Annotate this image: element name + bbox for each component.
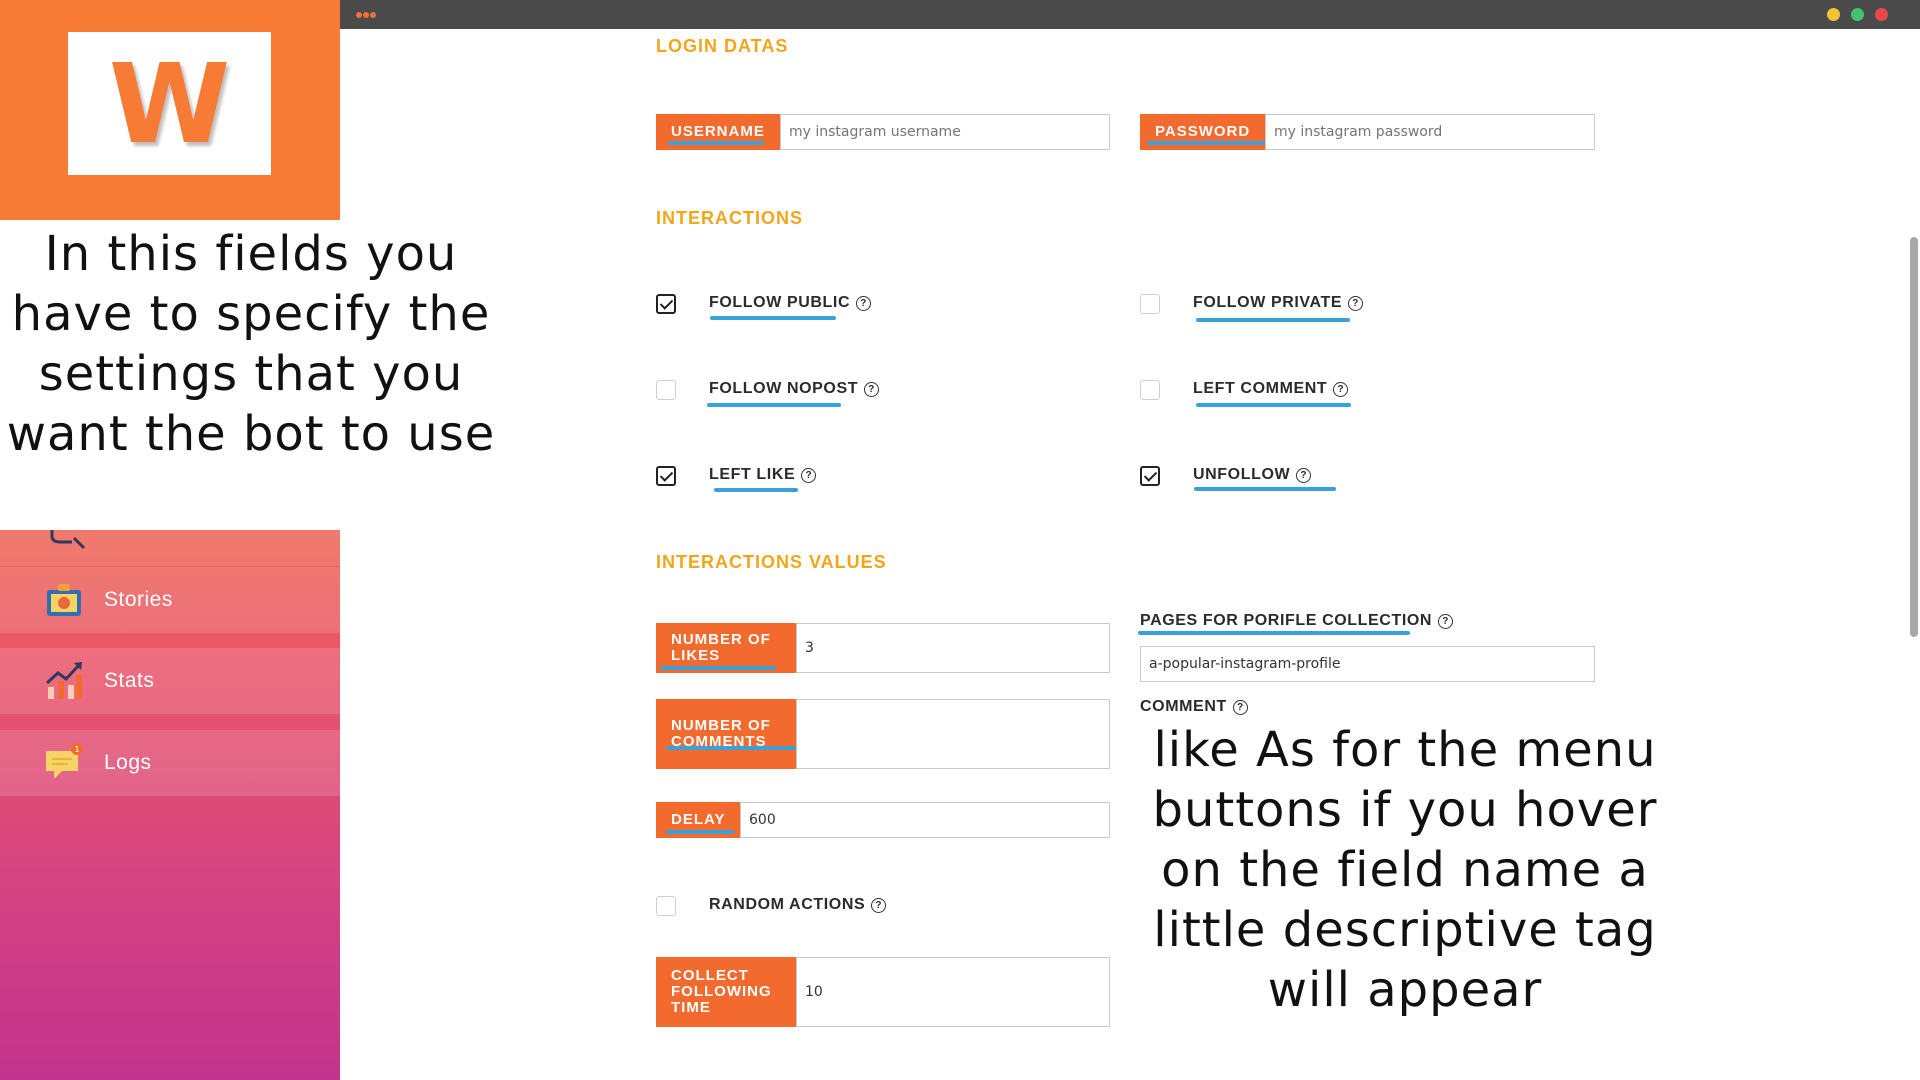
logs-icon: 1 [46, 743, 83, 779]
left-comment-label[interactable]: LEFT COMMENT? [1193, 380, 1349, 398]
logo: W [68, 32, 271, 175]
annotation-underline [710, 316, 836, 320]
annotation-underline [714, 488, 798, 492]
left-like-checkbox[interactable] [656, 466, 676, 486]
caption-left: In this fields you have to specify the s… [0, 220, 502, 530]
random-actions-label[interactable]: RANDOM ACTIONS? [709, 896, 887, 914]
minimize-icon[interactable] [1827, 8, 1840, 21]
sidebar: W Stories Stats 1 Logs [0, 0, 340, 1080]
unfollow-text: UNFOLLOW [1193, 466, 1291, 483]
comments-input[interactable] [796, 699, 1110, 769]
logo-letter: W [108, 39, 231, 168]
follow-nopost-text: FOLLOW NOPOST [709, 380, 859, 397]
unfollow-checkbox[interactable] [1140, 466, 1160, 486]
help-icon[interactable]: ? [856, 296, 872, 311]
annotation-underline [668, 141, 764, 145]
left-comment-checkbox[interactable] [1140, 380, 1160, 400]
sidebar-item-label: Logs [104, 751, 152, 774]
help-icon[interactable]: ? [801, 468, 817, 483]
follow-nopost-label[interactable]: FOLLOW NOPOST? [709, 380, 880, 398]
logo-area: W [0, 0, 340, 220]
help-icon[interactable]: ? [871, 898, 887, 913]
menu-dot-icon[interactable] [363, 12, 369, 18]
pages-collection-input[interactable] [1140, 646, 1595, 682]
menu-dot-icon[interactable] [356, 12, 362, 18]
likes-input[interactable] [796, 623, 1110, 673]
collect-following-input[interactable] [796, 957, 1110, 1027]
sidebar-item-label: Stats [104, 669, 155, 692]
stats-icon [45, 662, 82, 699]
annotation-underline [666, 746, 804, 750]
search-icon [50, 530, 86, 550]
sidebar-item-stats[interactable]: Stats [0, 648, 340, 714]
close-icon[interactable] [1875, 8, 1888, 21]
follow-nopost-checkbox[interactable] [656, 380, 676, 400]
random-actions-text: RANDOM ACTIONS [709, 896, 866, 913]
left-like-text: LEFT LIKE [709, 466, 796, 483]
help-icon[interactable]: ? [1232, 700, 1248, 715]
follow-public-checkbox[interactable] [656, 294, 676, 314]
interactions-section-title: INTERACTIONS [656, 208, 803, 228]
logs-badge: 1 [74, 745, 79, 754]
password-input[interactable] [1265, 114, 1595, 150]
sidebar-item-label: Stories [104, 588, 173, 611]
annotation-underline [1147, 141, 1265, 145]
follow-private-checkbox[interactable] [1140, 294, 1160, 314]
username-input[interactable] [780, 114, 1110, 150]
annotation-underline [1196, 403, 1351, 407]
annotation-underline [1138, 631, 1410, 635]
help-icon[interactable]: ? [1348, 296, 1364, 311]
follow-public-text: FOLLOW PUBLIC [709, 294, 851, 311]
sidebar-item-partial[interactable] [0, 530, 340, 566]
annotation-underline [707, 403, 841, 407]
help-icon[interactable]: ? [1333, 382, 1349, 397]
help-icon[interactable]: ? [1438, 614, 1454, 629]
login-section-title: LOGIN DATAS [656, 36, 789, 56]
pages-collection-label[interactable]: PAGES FOR PORIFLE COLLECTION? [1140, 612, 1454, 630]
delay-input[interactable] [740, 802, 1110, 838]
comments-label: NUMBER OF COMMENTS [656, 699, 796, 769]
left-like-label[interactable]: LEFT LIKE? [709, 466, 817, 484]
sidebar-item-stories[interactable]: Stories [0, 567, 340, 633]
scrollbar-thumb[interactable] [1910, 237, 1918, 637]
annotation-underline [1196, 318, 1350, 322]
window-titlebar [340, 0, 1920, 29]
help-icon[interactable]: ? [864, 382, 880, 397]
unfollow-label[interactable]: UNFOLLOW? [1193, 466, 1312, 484]
sidebar-item-logs[interactable]: 1 Logs [0, 730, 340, 796]
comment-label[interactable]: COMMENT? [1140, 698, 1248, 716]
help-icon[interactable]: ? [1296, 468, 1312, 483]
follow-private-text: FOLLOW PRIVATE [1193, 294, 1343, 311]
comment-text: COMMENT [1140, 698, 1227, 715]
pages-collection-text: PAGES FOR PORIFLE COLLECTION [1140, 612, 1433, 629]
follow-public-label[interactable]: FOLLOW PUBLIC? [709, 294, 872, 312]
caption-right: like As for the menu buttons if you hove… [1152, 722, 1658, 1018]
stories-icon [47, 584, 81, 616]
left-comment-text: LEFT COMMENT [1193, 380, 1328, 397]
annotation-underline [660, 666, 776, 670]
annotation-underline [1194, 487, 1336, 491]
follow-private-label[interactable]: FOLLOW PRIVATE? [1193, 294, 1364, 312]
maximize-icon[interactable] [1851, 8, 1864, 21]
values-section-title: INTERACTIONS VALUES [656, 552, 887, 572]
random-actions-checkbox[interactable] [656, 896, 676, 916]
annotation-underline [666, 830, 734, 834]
menu-dot-icon[interactable] [370, 12, 376, 18]
collect-following-label: COLLECT FOLLOWING TIME [656, 957, 796, 1027]
